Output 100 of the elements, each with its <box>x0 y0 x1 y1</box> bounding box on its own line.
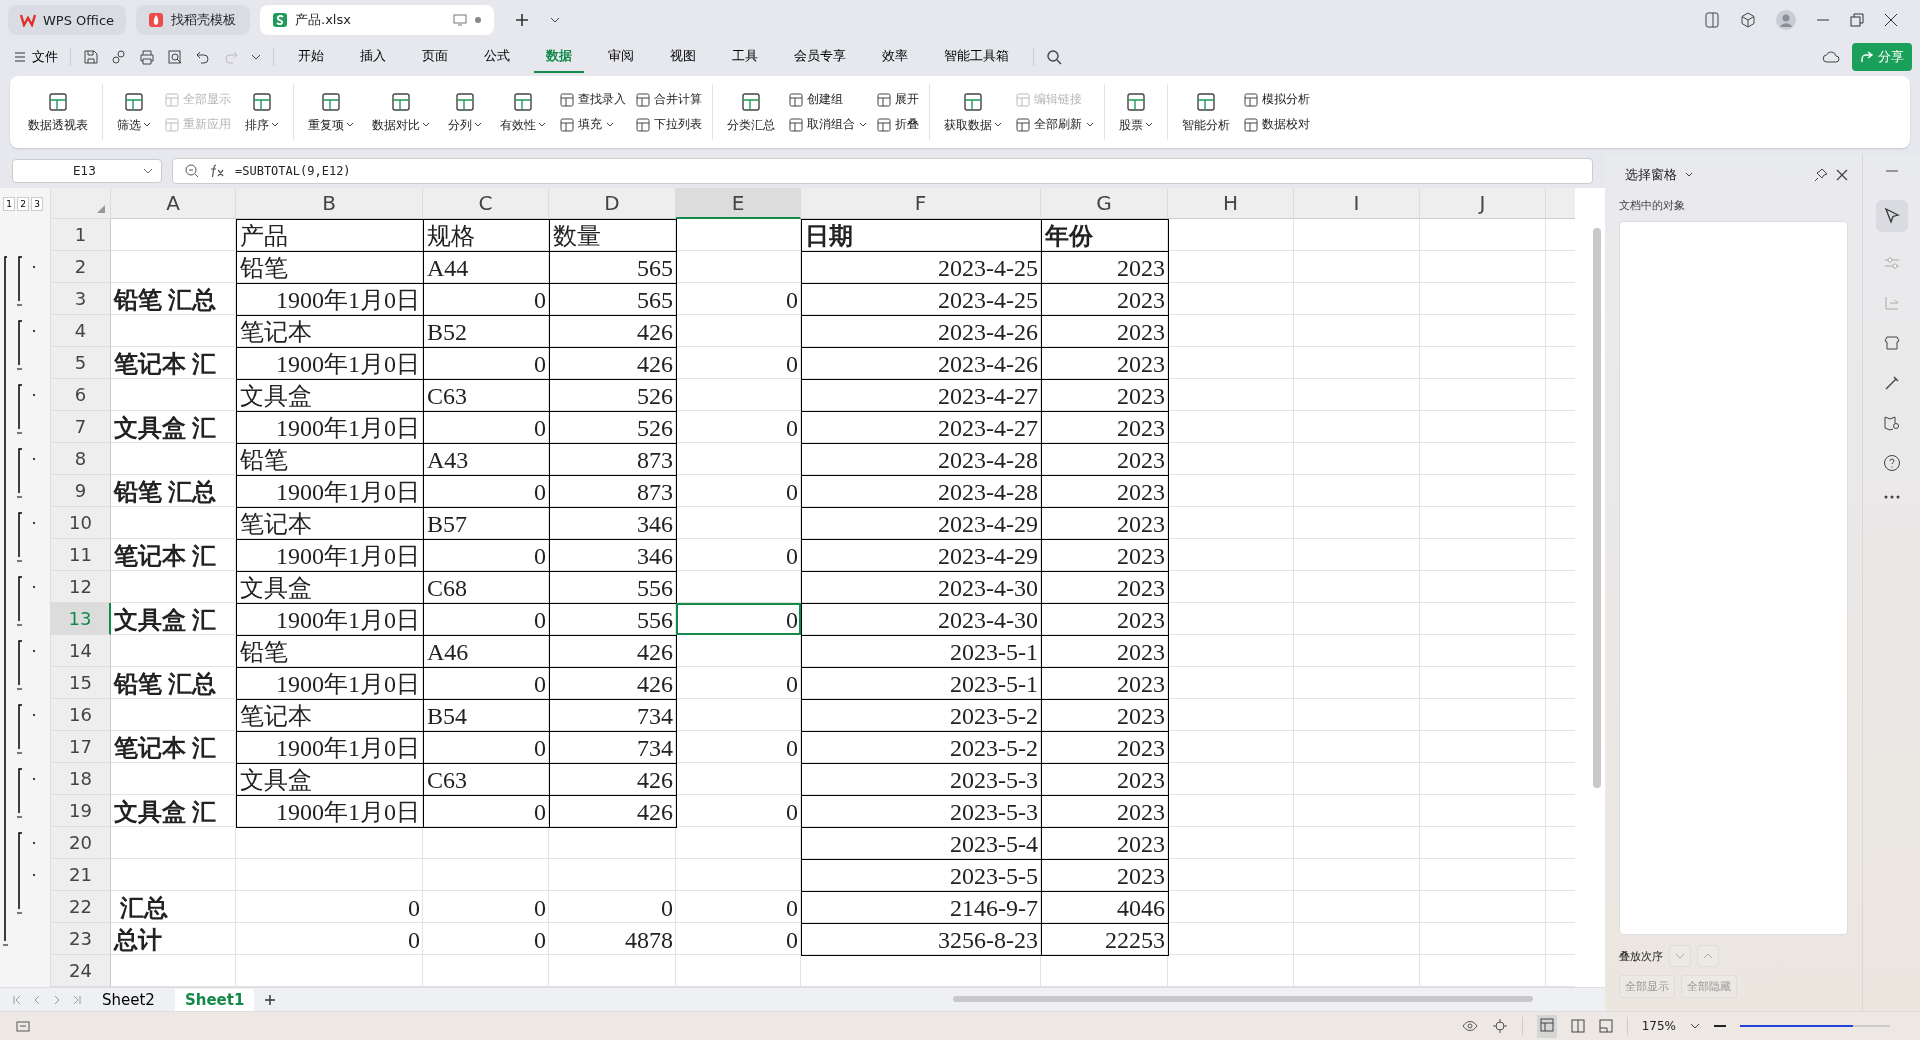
last-sheet-icon[interactable] <box>72 994 82 1005</box>
eye-icon[interactable] <box>1461 1020 1478 1032</box>
add-tab-icon[interactable] <box>514 12 531 28</box>
outline-level-button[interactable]: 1 <box>3 196 15 211</box>
close-icon[interactable] <box>1836 169 1848 181</box>
monitor-icon[interactable] <box>453 14 468 26</box>
ribbon-tab[interactable]: 视图 <box>658 41 708 73</box>
column-header[interactable]: A <box>111 188 236 220</box>
row-header[interactable]: 22 <box>51 891 111 924</box>
next-sheet-icon[interactable] <box>52 994 62 1005</box>
pin-icon[interactable] <box>1814 168 1828 182</box>
ribbon-button[interactable]: 股票 <box>1115 88 1157 136</box>
outline-level-button[interactable]: 3 <box>31 196 43 211</box>
name-box[interactable]: E13 <box>12 159 162 184</box>
close-icon[interactable] <box>1884 13 1898 27</box>
ribbon-button[interactable]: 模拟分析 <box>1244 91 1310 108</box>
row-header[interactable]: 10 <box>51 507 111 540</box>
column-header[interactable]: D <box>549 188 676 220</box>
pane-title[interactable]: 选择窗格 <box>1625 166 1677 184</box>
row-header[interactable]: 9 <box>51 475 111 508</box>
ribbon-button[interactable]: 下拉列表 <box>636 116 702 133</box>
save-icon[interactable] <box>83 49 99 65</box>
row-header[interactable]: 6 <box>51 379 111 412</box>
ribbon-tab[interactable]: 公式 <box>472 41 522 73</box>
macro-icon[interactable] <box>16 1019 30 1033</box>
row-header[interactable]: 20 <box>51 827 111 860</box>
ribbon-button[interactable]: 取消组合 <box>789 116 867 133</box>
row-header[interactable]: 3 <box>51 283 111 316</box>
column-header[interactable]: G <box>1041 188 1168 220</box>
row-header[interactable]: 17 <box>51 731 111 764</box>
ribbon-tab[interactable]: 效率 <box>870 41 920 73</box>
row-header[interactable]: 21 <box>51 859 111 892</box>
ribbon-button[interactable]: 填充 <box>560 116 626 133</box>
ribbon-tab[interactable]: 页面 <box>410 41 460 73</box>
zoom-out-icon[interactable] <box>1714 1024 1726 1028</box>
document-tab[interactable]: 找稻壳模板 <box>136 5 251 35</box>
sliders-icon[interactable] <box>1882 254 1901 272</box>
preview-icon[interactable] <box>167 49 183 65</box>
row-header[interactable]: 5 <box>51 347 111 380</box>
column-header[interactable]: F <box>801 188 1041 220</box>
ribbon-button[interactable]: 合并计算 <box>636 91 702 108</box>
more-icon[interactable] <box>1882 494 1901 500</box>
ribbon-button[interactable]: 展开 <box>877 91 919 108</box>
page-break-icon[interactable] <box>1598 1019 1613 1033</box>
outline-level-button[interactable]: 2 <box>17 196 29 211</box>
column-header[interactable]: H <box>1168 188 1294 220</box>
row-header[interactable]: 1 <box>51 219 111 252</box>
ribbon-tab[interactable]: 会员专享 <box>782 41 858 73</box>
ribbon-button[interactable]: 数据校对 <box>1244 116 1310 133</box>
search-icon[interactable] <box>1046 49 1062 65</box>
crosshair-icon[interactable] <box>1491 1018 1508 1034</box>
chevron-down-icon[interactable] <box>550 16 561 24</box>
ribbon-tab[interactable]: 数据 <box>534 41 584 73</box>
row-header[interactable]: 24 <box>51 955 111 988</box>
ribbon-button[interactable]: 分类汇总 <box>723 88 779 136</box>
sheet-tab[interactable]: Sheet2 <box>92 988 165 1011</box>
first-sheet-icon[interactable] <box>12 994 22 1005</box>
ribbon-button[interactable]: 数据透视表 <box>24 88 92 136</box>
column-header[interactable]: J <box>1420 188 1546 220</box>
row-header[interactable]: 16 <box>51 699 111 732</box>
row-header[interactable]: 15 <box>51 667 111 700</box>
ribbon-button[interactable]: 查找录入 <box>560 91 626 108</box>
ribbon-tab[interactable]: 开始 <box>286 41 336 73</box>
column-header[interactable]: E <box>676 188 801 220</box>
chevron-down-icon[interactable] <box>251 53 261 61</box>
ribbon-button[interactable]: 全部刷新 <box>1016 116 1094 133</box>
formula-field[interactable]: =SUBTOTAL(9,E12) <box>172 158 1593 185</box>
ribbon-button[interactable]: 折叠 <box>877 116 919 133</box>
add-sheet-icon[interactable] <box>264 993 277 1006</box>
select-all-icon[interactable] <box>96 204 106 215</box>
tablet-icon[interactable] <box>1704 12 1720 28</box>
file-menu[interactable]: 文件 <box>14 48 58 66</box>
ribbon-button[interactable]: 智能分析 <box>1178 88 1234 136</box>
ribbon-button[interactable]: 排序 <box>241 88 283 136</box>
row-header[interactable]: 2 <box>51 251 111 284</box>
cloud-icon[interactable] <box>1822 49 1840 65</box>
row-header[interactable]: 7 <box>51 411 111 444</box>
zoom-level[interactable]: 175% <box>1641 1019 1676 1033</box>
ribbon-button[interactable]: 数据对比 <box>368 88 434 136</box>
ribbon-button[interactable]: 有效性 <box>496 88 550 136</box>
caret-icon[interactable] <box>1685 172 1693 178</box>
row-header[interactable]: 11 <box>51 539 111 572</box>
ribbon-tab[interactable]: 审阅 <box>596 41 646 73</box>
document-tab[interactable]: WPS Office <box>8 5 127 35</box>
row-header[interactable]: 4 <box>51 315 111 348</box>
row-header[interactable]: 19 <box>51 795 111 828</box>
chevron-down-icon[interactable] <box>1690 1022 1700 1030</box>
ribbon-button[interactable]: 筛选 <box>113 88 155 136</box>
cube-icon[interactable] <box>1740 12 1756 28</box>
ribbon-tab[interactable]: 插入 <box>348 41 398 73</box>
row-header[interactable]: 14 <box>51 635 111 668</box>
restore-icon[interactable] <box>1850 13 1864 27</box>
avatar-icon[interactable] <box>1776 10 1796 30</box>
column-header[interactable]: B <box>236 188 423 220</box>
ribbon-tab[interactable]: 工具 <box>720 41 770 73</box>
ribbon-button[interactable]: 分列 <box>444 88 486 136</box>
previous-sheet-icon[interactable] <box>32 994 42 1005</box>
column-header[interactable]: C <box>423 188 549 220</box>
ribbon-button[interactable]: 获取数据 <box>940 88 1006 136</box>
ribbon-button[interactable]: 重复项 <box>304 88 358 136</box>
